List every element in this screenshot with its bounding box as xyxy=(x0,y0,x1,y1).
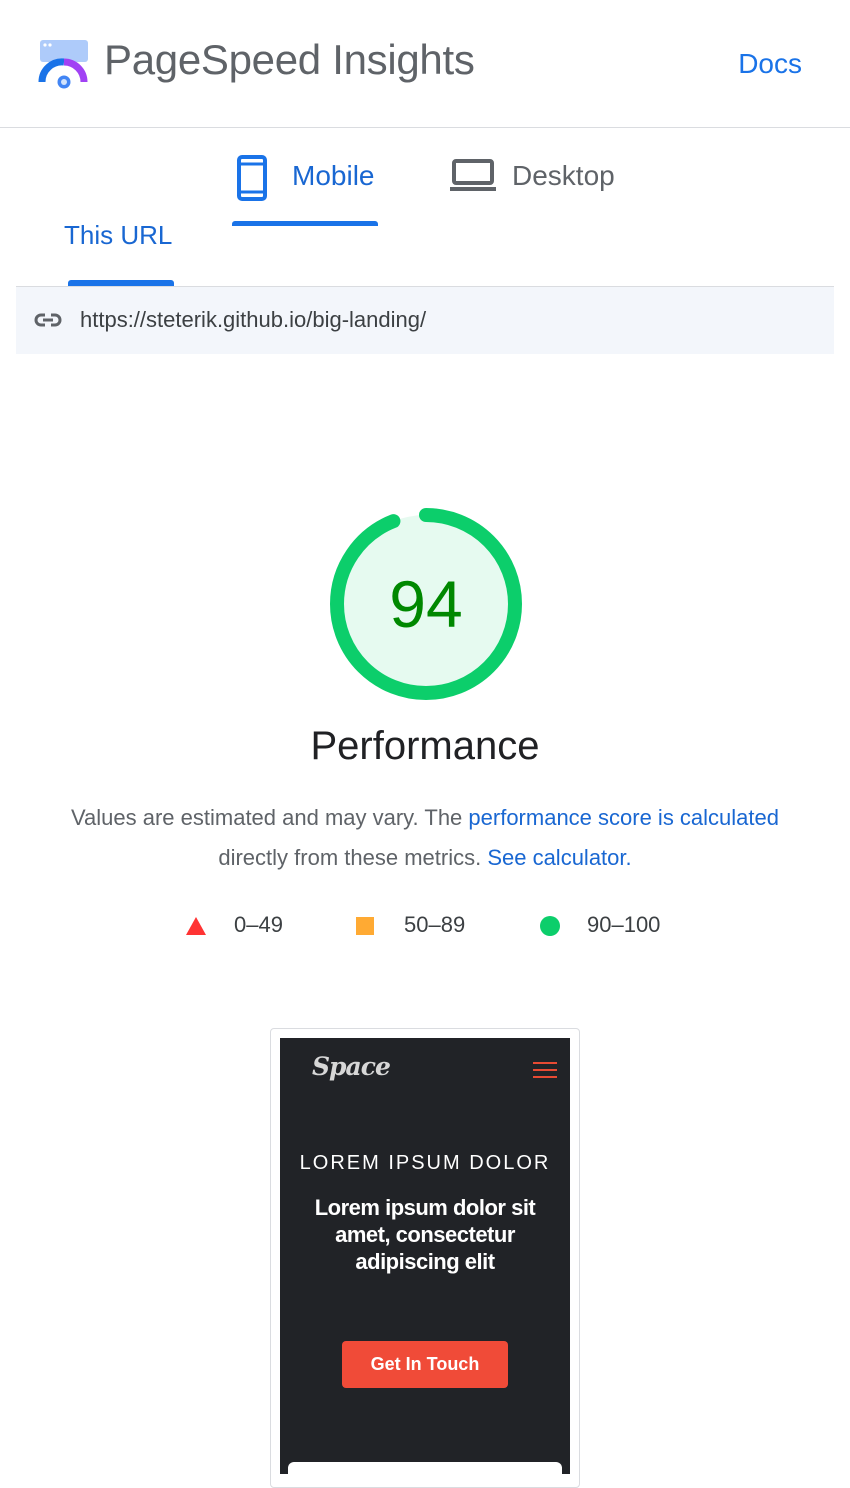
screenshot-brand-logo: Space xyxy=(312,1052,391,1081)
legend-item-average: 50–89 xyxy=(354,912,484,942)
see-calculator-link[interactable]: See calculator. xyxy=(487,845,631,870)
app-title: PageSpeed Insights xyxy=(104,36,475,83)
tab-mobile-label: Mobile xyxy=(292,160,375,191)
legend-label-pass: 90–100 xyxy=(587,912,661,937)
header: PageSpeed Insights Docs xyxy=(0,0,850,128)
tab-desktop[interactable]: Desktop xyxy=(446,150,636,226)
tab-mobile-indicator xyxy=(232,221,378,226)
score-calculation-link[interactable]: performance score is calculated xyxy=(468,805,779,830)
screenshot-card xyxy=(288,1462,562,1474)
analyzed-url: https://steterik.github.io/big-landing/ xyxy=(80,307,427,332)
description-text-2: directly from these metrics. xyxy=(218,845,488,870)
legend-item-fail: 0–49 xyxy=(184,912,304,942)
orange-square-icon xyxy=(356,917,374,935)
red-triangle-icon xyxy=(186,917,206,935)
url-bar: https://steterik.github.io/big-landing/ xyxy=(16,286,834,354)
green-circle-icon xyxy=(540,916,560,936)
screenshot-hero-subtitle: LOREM IPSUM DOLOR xyxy=(299,1152,551,1174)
score-description: Values are estimated and may vary. The p… xyxy=(0,798,850,878)
performance-title: Performance xyxy=(310,724,540,768)
pagespeed-logo-icon xyxy=(38,40,88,89)
screenshot-hero-title: Lorem ipsum dolor sit amet, consectetur … xyxy=(314,1195,536,1274)
tab-mobile[interactable]: Mobile xyxy=(232,150,378,226)
description-text-1: Values are estimated and may vary. The xyxy=(70,805,469,830)
tab-desktop-label: Desktop xyxy=(512,160,615,191)
link-icon xyxy=(34,313,62,327)
laptop-icon xyxy=(450,159,496,191)
mobile-phone-icon xyxy=(237,155,267,201)
tab-this-url[interactable]: This URL xyxy=(64,220,172,251)
performance-score: 94 xyxy=(389,567,463,641)
page-screenshot: Space LOREM IPSUM DOLOR Lorem ipsum dolo… xyxy=(280,1038,570,1474)
legend-item-pass: 90–100 xyxy=(538,912,678,942)
hamburger-menu-icon xyxy=(533,1062,557,1083)
screenshot-get-in-touch-button: Get In Touch xyxy=(342,1341,508,1388)
legend-label-average: 50–89 xyxy=(404,912,466,937)
legend-label-fail: 0–49 xyxy=(234,912,283,937)
docs-link[interactable]: Docs xyxy=(738,48,802,80)
